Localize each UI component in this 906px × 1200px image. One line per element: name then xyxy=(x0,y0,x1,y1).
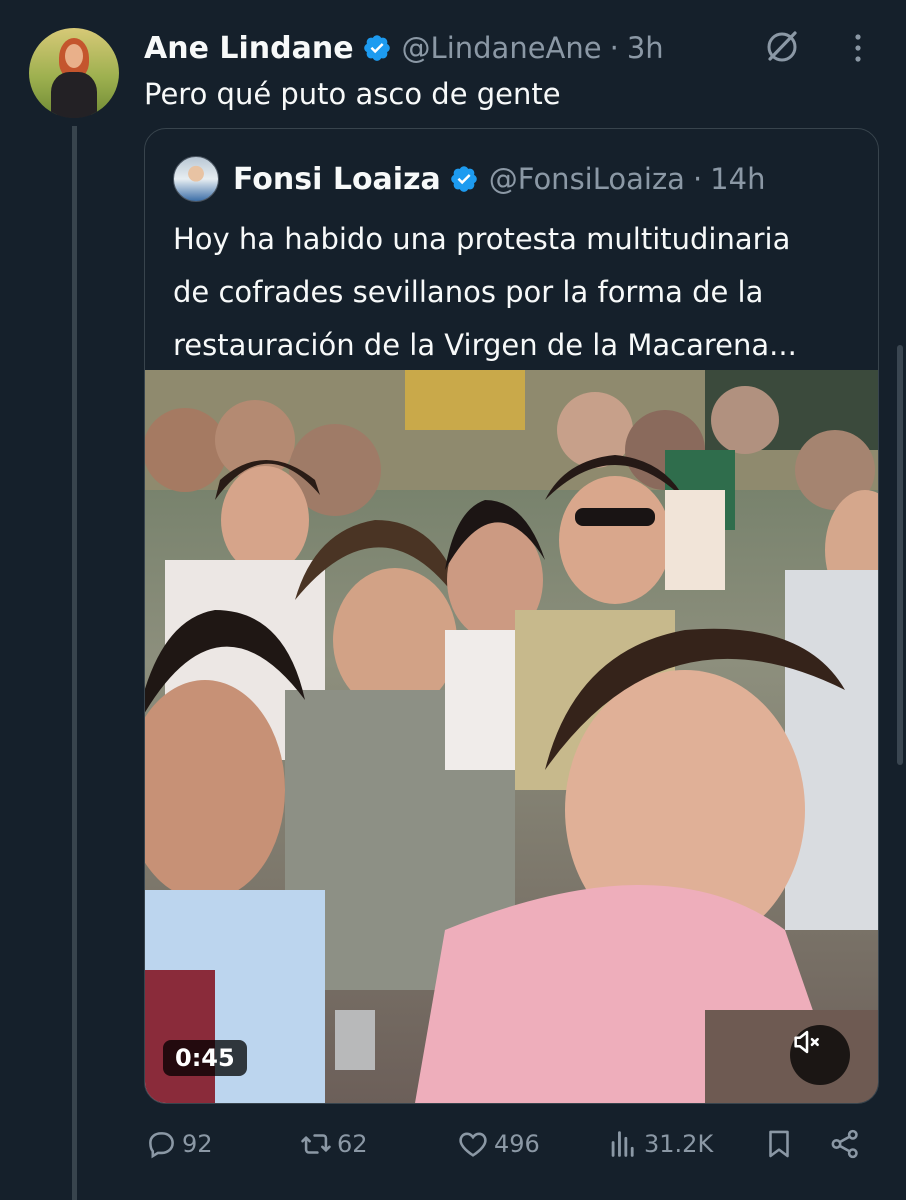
quoted-time: 14h xyxy=(710,162,766,196)
bookmark-button[interactable] xyxy=(762,1122,800,1166)
video-duration: 0:45 xyxy=(163,1040,247,1076)
like-button[interactable]: 496 xyxy=(456,1122,540,1166)
tweet-header: Ane Lindane @LindaneAne · 3h xyxy=(144,26,664,70)
quoted-author-name: Fonsi Loaiza xyxy=(233,161,441,197)
separator-dot: · xyxy=(692,162,703,196)
mute-button[interactable] xyxy=(790,1025,850,1085)
tweet-actions: 92 62 496 31.2K xyxy=(144,1122,874,1166)
quoted-text-line: Hoy ha habido una protesta multitudinari… xyxy=(173,222,791,256)
reply-icon xyxy=(149,1132,174,1159)
bookmark-icon xyxy=(769,1130,789,1158)
video-player[interactable]: 0:45 xyxy=(145,370,878,1103)
quoted-text-line: de cofrades sevillanos por la forma de l… xyxy=(173,275,764,309)
verified-badge-icon xyxy=(363,35,390,61)
scrollbar[interactable] xyxy=(897,345,903,765)
repost-icon xyxy=(301,1134,331,1154)
author-name[interactable]: Ane Lindane xyxy=(144,31,354,66)
quoted-tweet[interactable]: Fonsi Loaiza @FonsiLoaiza · 14h Hoy ha h… xyxy=(144,128,879,1104)
author-avatar[interactable] xyxy=(29,28,119,118)
reply-button[interactable]: 92 xyxy=(144,1122,213,1166)
quoted-text: Hoy ha habido una protesta multitudinari… xyxy=(173,213,863,372)
author-handle[interactable]: @LindaneAne xyxy=(402,31,602,65)
tweet-text: Pero qué puto asco de gente xyxy=(144,77,561,111)
quoted-text-line: restauración de la Virgen de la Macarena… xyxy=(173,328,797,362)
avatar-body xyxy=(51,72,97,118)
volume-muted-icon xyxy=(794,1030,819,1054)
quoted-header: Fonsi Loaiza @FonsiLoaiza · 14h xyxy=(173,156,766,202)
tweet-time[interactable]: 3h xyxy=(627,31,664,65)
thread-line xyxy=(72,126,77,1200)
views-icon xyxy=(611,1131,634,1157)
repost-button[interactable]: 62 xyxy=(299,1122,368,1166)
like-count: 496 xyxy=(494,1130,540,1158)
views-count: 31.2K xyxy=(644,1130,714,1158)
repost-count: 62 xyxy=(337,1130,368,1158)
avatar-face xyxy=(65,44,83,68)
quoted-author-avatar xyxy=(173,156,219,202)
grok-icon[interactable] xyxy=(762,26,802,66)
heart-icon xyxy=(459,1132,487,1157)
separator-dot: · xyxy=(609,31,619,65)
views-button[interactable]: 31.2K xyxy=(606,1122,713,1166)
verified-badge-icon xyxy=(450,166,477,192)
quoted-author-handle: @FonsiLoaiza xyxy=(488,162,685,196)
more-vertical-icon[interactable] xyxy=(848,30,868,66)
video-frame xyxy=(145,370,878,1103)
share-button[interactable] xyxy=(828,1122,866,1166)
reply-count: 92 xyxy=(182,1130,213,1158)
share-icon xyxy=(831,1129,858,1159)
